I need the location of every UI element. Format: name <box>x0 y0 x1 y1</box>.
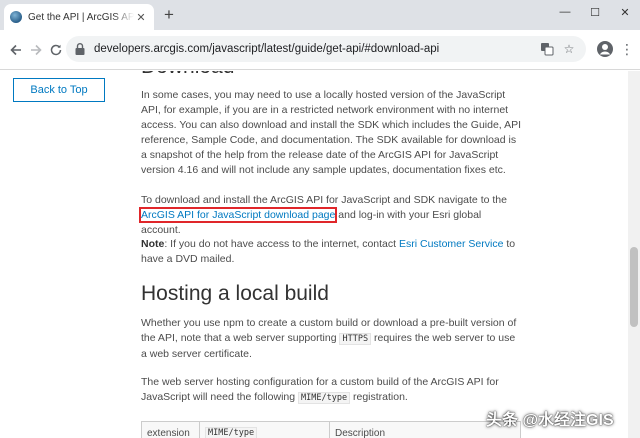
download-heading: Download <box>141 71 234 80</box>
mime-type-code: MIME/type <box>298 392 351 404</box>
scrollbar-thumb[interactable] <box>630 247 638 327</box>
lock-icon <box>75 43 85 55</box>
tab-close-icon[interactable]: ✕ <box>134 11 148 24</box>
minimize-button[interactable]: — <box>550 0 580 24</box>
back-to-top-button[interactable]: Back to Top <box>13 78 105 102</box>
esri-customer-service-link[interactable]: Esri Customer Service <box>399 238 503 250</box>
download-page-link[interactable]: ArcGIS API for JavaScript download page <box>138 207 338 223</box>
table-header-mime-type: MIME/type <box>199 421 330 438</box>
reload-icon[interactable] <box>46 40 66 60</box>
window-controls: — ☐ ✕ <box>550 0 640 24</box>
more-menu-icon[interactable]: ⋮ <box>620 40 634 58</box>
tab-title: Get the API | ArcGIS API for JavaScript <box>28 11 134 23</box>
hosting-paragraph: Whether you use npm to create a custom b… <box>141 316 521 362</box>
note-text: : If you do not have access to the inter… <box>164 238 399 250</box>
address-bar[interactable]: developers.arcgis.com/javascript/latest/… <box>66 36 586 62</box>
watermark-text: 头条 @水经注GIS <box>486 412 614 429</box>
mime-table: extension MIME/type Description <box>141 421 521 438</box>
mime-text-tail: registration. <box>350 391 408 403</box>
page-scrollbar[interactable] <box>628 71 640 438</box>
download-paragraph: In some cases, you may need to use a loc… <box>141 89 521 176</box>
globe-favicon-icon <box>10 11 22 23</box>
download-instructions-text: To download and install the ArcGIS API f… <box>141 194 507 206</box>
url-text: developers.arcgis.com/javascript/latest/… <box>94 43 440 55</box>
bookmark-star-icon[interactable]: ☆ <box>560 40 578 58</box>
download-instructions: To download and install the ArcGIS API f… <box>138 193 521 238</box>
back-arrow-icon[interactable] <box>6 40 26 60</box>
mime-type-header-code: MIME/type <box>205 427 258 438</box>
note-paragraph: Note: If you do not have access to the i… <box>141 237 521 267</box>
close-window-button[interactable]: ✕ <box>610 0 640 24</box>
hosting-heading: Hosting a local build <box>141 282 329 305</box>
maximize-button[interactable]: ☐ <box>580 0 610 24</box>
table-header-extension: extension <box>141 421 200 438</box>
mime-paragraph: The web server hosting configuration for… <box>141 375 521 406</box>
https-code: HTTPS <box>339 333 372 345</box>
page-viewport: Back to Top Download In some cases, you … <box>0 71 628 438</box>
forward-arrow-icon[interactable] <box>26 40 46 60</box>
browser-toolbar: developers.arcgis.com/javascript/latest/… <box>0 30 640 70</box>
translate-icon[interactable] <box>538 40 556 58</box>
profile-avatar-icon[interactable] <box>596 40 614 58</box>
table-header-row: extension MIME/type Description <box>141 421 521 438</box>
note-label: Note <box>141 238 165 250</box>
browser-tab[interactable]: Get the API | ArcGIS API for JavaScript … <box>4 4 154 30</box>
tab-strip: Get the API | ArcGIS API for JavaScript … <box>0 0 640 30</box>
new-tab-button[interactable]: + <box>160 6 178 24</box>
